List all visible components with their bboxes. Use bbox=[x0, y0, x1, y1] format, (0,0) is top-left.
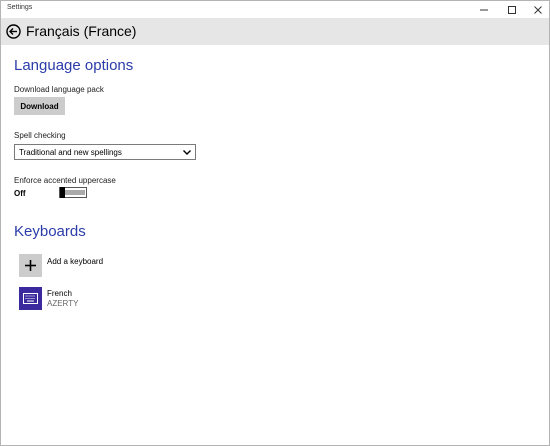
back-button[interactable] bbox=[6, 24, 21, 39]
enforce-uppercase-label: Enforce accented uppercase bbox=[14, 176, 116, 185]
window-title: Settings bbox=[7, 4, 33, 11]
maximize-icon bbox=[508, 5, 516, 14]
keyboard-icon-box bbox=[19, 287, 42, 310]
page-header: Français (France) bbox=[1, 18, 549, 45]
close-button[interactable] bbox=[523, 1, 549, 18]
add-keyboard-button[interactable]: Add a keyboard bbox=[19, 254, 219, 278]
keyboards-heading: Keyboards bbox=[14, 223, 86, 240]
toggle-state-label: Off bbox=[14, 189, 26, 198]
toggle-thumb bbox=[60, 187, 65, 198]
download-button[interactable]: Download bbox=[14, 97, 65, 115]
keyboard-layout-name: AZERTY bbox=[47, 299, 79, 308]
minimize-button[interactable] bbox=[469, 1, 499, 18]
plus-icon bbox=[25, 260, 36, 271]
toggle-track bbox=[65, 190, 85, 195]
minimize-icon bbox=[480, 9, 488, 10]
keyboard-icon bbox=[23, 293, 38, 304]
spell-checking-label: Spell checking bbox=[14, 131, 66, 140]
spell-checking-value: Traditional and new spellings bbox=[19, 148, 122, 157]
add-keyboard-icon-box bbox=[19, 254, 42, 277]
language-options-heading: Language options bbox=[14, 57, 134, 74]
keyboard-item-french[interactable]: French AZERTY bbox=[19, 287, 219, 311]
settings-window: Settings Français (France) Language opti… bbox=[0, 0, 550, 446]
page-title: Français (France) bbox=[26, 23, 137, 39]
back-arrow-icon bbox=[6, 24, 21, 39]
title-bar: Settings bbox=[1, 1, 549, 18]
close-icon bbox=[534, 5, 542, 14]
download-pack-label: Download language pack bbox=[14, 85, 104, 94]
enforce-uppercase-toggle[interactable] bbox=[59, 187, 87, 198]
spell-checking-dropdown[interactable]: Traditional and new spellings bbox=[14, 144, 196, 160]
chevron-down-icon bbox=[183, 150, 191, 155]
keyboard-language-name: French bbox=[47, 289, 72, 298]
add-keyboard-label: Add a keyboard bbox=[47, 257, 104, 266]
